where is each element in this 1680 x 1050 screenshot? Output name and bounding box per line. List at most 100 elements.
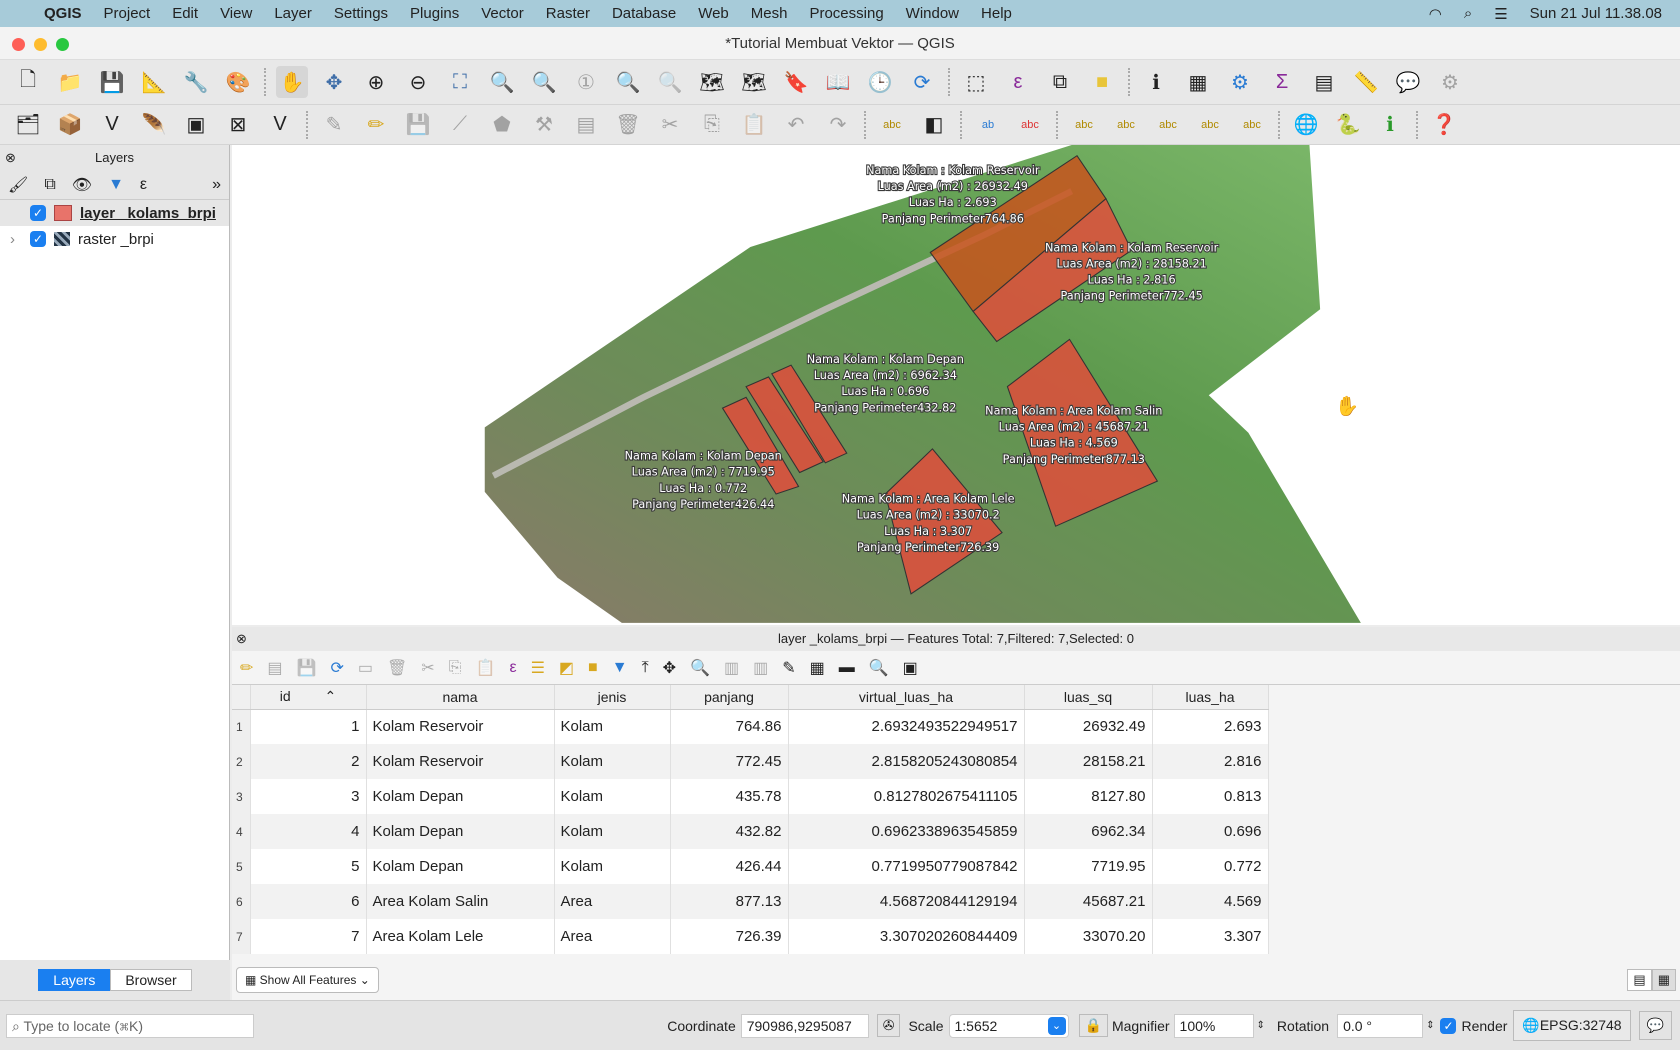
menu-layer[interactable]: Layer xyxy=(274,5,312,22)
cell-virtual-luas-ha[interactable]: 0.6962338963545859 xyxy=(788,814,1025,849)
data-source-manager-icon[interactable]: 🗂 xyxy=(12,109,44,141)
layer-item-kolams[interactable]: ✓ layer _kolams_brpi xyxy=(0,200,229,226)
identify-icon[interactable]: ℹ xyxy=(1140,66,1172,98)
map-canvas[interactable]: Nama Kolam : Kolam Reservoir Luas Area (m… xyxy=(232,145,1680,625)
zoom-full-icon[interactable]: ⛶ xyxy=(444,66,476,98)
cell-virtual-luas-ha[interactable]: 2.6932493522949517 xyxy=(788,709,1025,744)
diagram-icon[interactable]: ◧ xyxy=(918,109,950,141)
row-number[interactable]: 7 xyxy=(232,919,251,954)
cell-luas-ha[interactable]: 0.696 xyxy=(1152,814,1269,849)
tab-browser[interactable]: Browser xyxy=(110,969,192,991)
open-field-calculator-icon[interactable]: ▤ xyxy=(1308,66,1340,98)
menu-database[interactable]: Database xyxy=(612,5,676,22)
cell-panjang[interactable]: 426.44 xyxy=(670,849,789,884)
help-icon[interactable]: ❓ xyxy=(1428,109,1460,141)
menu-project[interactable]: Project xyxy=(104,5,151,22)
cell-jenis[interactable]: Kolam xyxy=(554,779,671,814)
info-tool-icon[interactable]: ℹ xyxy=(1374,109,1406,141)
menu-view[interactable]: View xyxy=(220,5,252,22)
render-checkbox[interactable]: ✓ xyxy=(1440,1017,1457,1034)
paste-features-icon[interactable]: 📋 xyxy=(738,109,770,141)
cell-luas-sq[interactable]: 8127.80 xyxy=(1024,779,1153,814)
cell-luas-sq[interactable]: 28158.21 xyxy=(1024,744,1153,779)
table-row[interactable]: 7 7 Area Kolam Lele Area 726.39 3.30702026084… xyxy=(232,919,1269,954)
cell-luas-sq[interactable]: 7719.95 xyxy=(1024,849,1153,884)
layer-item-raster[interactable]: › ✓ raster _brpi xyxy=(0,226,229,252)
zoom-in-icon[interactable]: ⊕ xyxy=(360,66,392,98)
select-by-expression-icon[interactable]: ε xyxy=(509,659,516,677)
scale-dropdown[interactable]: 1:5652 ⌄ xyxy=(948,1013,1069,1038)
zoom-native-icon[interactable]: ① xyxy=(570,66,602,98)
cell-id[interactable]: 5 xyxy=(250,849,367,884)
cell-luas-ha[interactable]: 4.569 xyxy=(1152,884,1269,919)
zoom-to-selection-icon[interactable]: 🔍 xyxy=(486,66,518,98)
cell-luas-sq[interactable]: 26932.49 xyxy=(1024,709,1153,744)
cell-id[interactable]: 1 xyxy=(250,709,367,744)
delete-feature-icon[interactable]: 🗑 xyxy=(387,658,407,678)
temporal-controller-icon[interactable]: 🕒 xyxy=(864,66,896,98)
search-icon[interactable]: ⌕ xyxy=(1464,5,1472,22)
open-attribute-table-icon[interactable]: ▦ xyxy=(1182,66,1214,98)
style-manager-icon[interactable]: 🎨 xyxy=(222,66,254,98)
globe-search-icon[interactable]: 🌐 xyxy=(1290,109,1322,141)
filter-legend-icon[interactable]: ▼ xyxy=(108,176,124,194)
delete-field-icon[interactable]: ▥ xyxy=(753,658,768,678)
form-view-icon[interactable]: ▤ xyxy=(1627,969,1652,991)
menu-app[interactable]: QGIS xyxy=(44,5,82,22)
select-features-icon[interactable]: ⬚ xyxy=(960,66,992,98)
select-by-expression-icon[interactable]: ε xyxy=(1002,66,1034,98)
row-number[interactable]: 6 xyxy=(232,884,251,919)
move-label-icon[interactable]: abc xyxy=(1152,109,1184,141)
zoom-out-icon[interactable]: ⊖ xyxy=(402,66,434,98)
change-label-icon[interactable]: abc xyxy=(1236,109,1268,141)
rule-labeling-icon[interactable]: abc xyxy=(1014,109,1046,141)
filter-expression-icon[interactable]: ε xyxy=(140,176,147,194)
control-center-icon[interactable]: ☰ xyxy=(1494,5,1507,23)
cell-virtual-luas-ha[interactable]: 0.7719950779087842 xyxy=(788,849,1025,884)
new-mesh-layer-icon[interactable]: V xyxy=(264,109,296,141)
statistics-icon[interactable]: Σ xyxy=(1266,66,1298,98)
table-row[interactable]: 5 5 Kolam Depan Kolam 426.44 0.77199507790878… xyxy=(232,849,1269,884)
close-panel-icon[interactable]: ⊗ xyxy=(5,145,16,170)
table-row[interactable]: 2 2 Kolam Reservoir Kolam 772.45 2.8158205243… xyxy=(232,744,1269,779)
cell-jenis[interactable]: Area xyxy=(554,884,671,919)
rotation-input[interactable]: 0.0 ° xyxy=(1337,1013,1424,1038)
row-number[interactable]: 2 xyxy=(232,744,251,779)
row-number[interactable]: 1 xyxy=(232,709,251,744)
show-bookmarks-icon[interactable]: 📖 xyxy=(822,66,854,98)
cell-id[interactable]: 4 xyxy=(250,814,367,849)
undo-icon[interactable]: ↶ xyxy=(780,109,812,141)
select-all-icon[interactable]: ☰ xyxy=(531,658,545,678)
new-3d-view-icon[interactable]: 🗺 xyxy=(738,66,770,98)
select-by-location-icon[interactable]: ■ xyxy=(1086,66,1118,98)
magnifier-input[interactable]: 100% xyxy=(1173,1013,1254,1038)
add-polygon-icon[interactable]: ⬟ xyxy=(486,109,518,141)
pan-to-selected-icon[interactable]: ✥ xyxy=(663,658,676,678)
expand-chevron-icon[interactable]: › xyxy=(10,231,22,248)
layout-manager-icon[interactable]: 🔧 xyxy=(180,66,212,98)
filter-icon[interactable]: ▼ xyxy=(612,659,628,677)
column-header-id[interactable]: id ⌃ xyxy=(250,685,367,710)
delete-selected-icon[interactable]: 🗑 xyxy=(612,109,644,141)
clock[interactable]: Sun 21 Jul 11.38.08 xyxy=(1530,5,1662,22)
zoom-next-icon[interactable]: 🔍 xyxy=(654,66,686,98)
cell-nama[interactable]: Kolam Depan xyxy=(366,814,555,849)
show-hide-labels-icon[interactable]: abc xyxy=(1110,109,1142,141)
pan-icon[interactable]: ✋ xyxy=(276,66,308,98)
show-all-features-dropdown[interactable]: ▦ Show All Features ⌄ xyxy=(236,967,379,993)
tab-layers[interactable]: Layers xyxy=(38,969,111,991)
cell-luas-ha[interactable]: 2.693 xyxy=(1152,709,1269,744)
menu-vector[interactable]: Vector xyxy=(481,5,524,22)
cell-jenis[interactable]: Kolam xyxy=(554,849,671,884)
cell-virtual-luas-ha[interactable]: 3.307020260844409 xyxy=(788,919,1025,954)
new-temporary-layer-icon[interactable]: 🪶 xyxy=(138,109,170,141)
cell-nama[interactable]: Area Kolam Salin xyxy=(366,884,555,919)
map-svg[interactable]: Nama Kolam : Kolam Reservoir Luas Area (m… xyxy=(232,145,1680,625)
menu-edit[interactable]: Edit xyxy=(172,5,198,22)
cell-panjang[interactable]: 877.13 xyxy=(670,884,789,919)
menu-window[interactable]: Window xyxy=(906,5,959,22)
layer-visibility-checkbox[interactable]: ✓ xyxy=(30,205,46,221)
cell-nama[interactable]: Kolam Reservoir xyxy=(366,709,555,744)
pan-to-selection-icon[interactable]: ✥ xyxy=(318,66,350,98)
row-number[interactable]: 3 xyxy=(232,779,251,814)
